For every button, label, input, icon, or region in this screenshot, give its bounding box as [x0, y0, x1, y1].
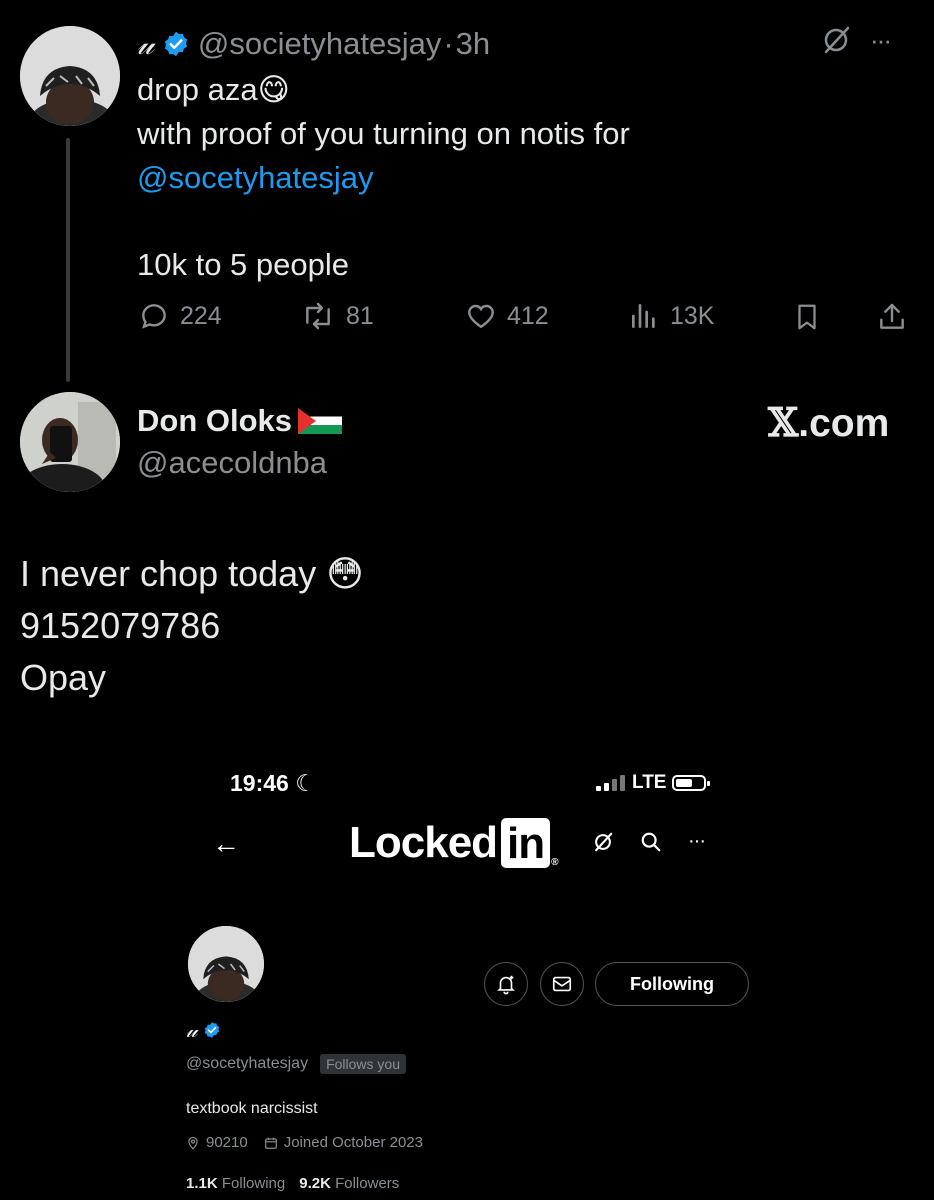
- profile-display-name: 𝓊: [186, 1018, 221, 1042]
- views-count: 13K: [670, 301, 715, 330]
- grok-icon[interactable]: [820, 24, 852, 56]
- watermark-domain: .com: [798, 402, 890, 445]
- tweet2-display-name[interactable]: Don Oloks: [137, 403, 343, 439]
- views-icon: [632, 304, 655, 328]
- like-button[interactable]: 412: [465, 300, 549, 332]
- profile-meta: 90210 Joined October 2023: [186, 1134, 423, 1151]
- logo-text: Locked: [349, 818, 498, 867]
- follows-you-badge: Follows you: [320, 1054, 406, 1074]
- following-count: 1.1K: [186, 1175, 218, 1192]
- mail-icon: [552, 976, 572, 992]
- verified-badge-icon: [205, 1022, 220, 1038]
- logo-in-box: in: [501, 818, 551, 868]
- profile-stats: 1.1K Following 9.2K Followers: [186, 1175, 399, 1192]
- status-bar-time: 19:46 ☾: [230, 770, 316, 797]
- x-com-watermark: 𝕏.com: [768, 400, 889, 446]
- nav-icons: ···: [592, 830, 706, 853]
- reply-button[interactable]: 224: [138, 300, 222, 332]
- tweet1-mention-link[interactable]: @socetyhatesjay: [137, 156, 630, 200]
- notification-button[interactable]: [484, 962, 528, 1006]
- tweet1-time[interactable]: 3h: [456, 26, 490, 62]
- tweet1-body: drop aza😋 with proof of you turning on n…: [137, 68, 630, 287]
- palestine-flag-icon: [298, 408, 343, 434]
- like-icon: [468, 304, 494, 329]
- tweet1-line3: 10k to 5 people: [137, 247, 350, 282]
- moon-icon: ☾: [295, 770, 316, 796]
- following-stat[interactable]: 1.1K Following: [186, 1175, 285, 1192]
- tweet1-line2: with proof of you turning on notis for: [137, 116, 630, 151]
- logo-registered: ®: [551, 857, 558, 868]
- more-icon[interactable]: ···: [870, 25, 892, 56]
- thread-line: [66, 138, 70, 382]
- profile-name-text: 𝓊: [186, 1018, 198, 1042]
- reply-count: 224: [180, 301, 222, 330]
- like-count: 412: [507, 301, 549, 330]
- tweet1-action-bar: 224 81 412 13K: [0, 300, 934, 340]
- network-label: LTE: [632, 772, 667, 793]
- lockedin-logo: Locked in ®: [349, 818, 559, 868]
- following-button[interactable]: Following: [595, 962, 749, 1006]
- profile-location: 90210: [206, 1134, 248, 1151]
- message-button[interactable]: [540, 962, 584, 1006]
- status-bar-right: LTE: [596, 772, 711, 794]
- author-avatar[interactable]: [20, 392, 120, 492]
- author-avatar[interactable]: [20, 26, 120, 126]
- tweet2-line2: 9152079786: [20, 605, 221, 646]
- back-arrow-icon[interactable]: ←: [212, 828, 240, 860]
- tweet1-line1: drop aza: [137, 72, 258, 107]
- share-button[interactable]: [876, 300, 908, 334]
- status-time-text: 19:46: [230, 770, 289, 796]
- followers-label: Followers: [335, 1175, 400, 1192]
- tweet1-handle[interactable]: @societyhatesjay: [198, 26, 441, 62]
- battery-icon: [672, 775, 711, 791]
- tweet2-line1: I never chop today: [20, 553, 327, 594]
- profile-avatar[interactable]: [186, 924, 266, 1004]
- x-logo: 𝕏: [768, 400, 799, 446]
- tweet1-separator: ·: [443, 26, 454, 61]
- tweet1-emoji: 😋: [257, 72, 290, 107]
- bookmark-button[interactable]: [792, 300, 822, 334]
- tweet1-top-actions: ···: [820, 24, 892, 56]
- followers-count: 9.2K: [299, 1175, 331, 1192]
- more-icon[interactable]: ···: [688, 830, 706, 853]
- share-icon: [880, 303, 904, 329]
- repost-count: 81: [346, 301, 374, 330]
- followers-stat[interactable]: 9.2K Followers: [299, 1175, 399, 1192]
- tweet2-body: I never chop today 😳 9152079786 Opay: [20, 548, 364, 704]
- search-icon[interactable]: [640, 831, 662, 853]
- profile-handle-row: @socetyhatesjay Follows you: [186, 1054, 406, 1074]
- reply-icon: [142, 304, 166, 329]
- notification-bell-icon: [497, 975, 515, 995]
- calendar-icon: [264, 1137, 277, 1149]
- repost-button[interactable]: 81: [300, 300, 374, 332]
- views-button[interactable]: 13K: [628, 300, 714, 332]
- location-icon: [188, 1136, 198, 1150]
- tweet2-handle[interactable]: @acecoldnba: [137, 445, 327, 481]
- tweet2-name-text: Don Oloks: [137, 403, 293, 438]
- bookmark-icon: [798, 304, 816, 330]
- profile-bio: textbook narcissist: [186, 1100, 318, 1117]
- profile-handle: @socetyhatesjay: [186, 1055, 309, 1072]
- signal-icon: [596, 775, 625, 791]
- tweet2-line3: Opay: [20, 657, 107, 698]
- verified-badge-icon: [164, 31, 188, 57]
- tweet2-emoji: 😳: [326, 553, 364, 594]
- repost-icon: [306, 302, 330, 330]
- tweet1-display-name[interactable]: 𝓊: [137, 27, 154, 62]
- tweet1-header: 𝓊 @societyhatesjay · 3h: [137, 24, 490, 64]
- following-label: Following: [221, 1175, 286, 1192]
- profile-joined: Joined October 2023: [283, 1134, 423, 1151]
- grok-icon[interactable]: [592, 831, 614, 853]
